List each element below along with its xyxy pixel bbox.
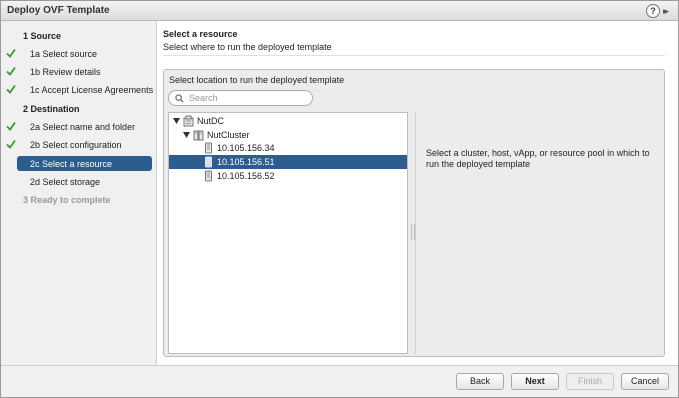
cancel-button[interactable]: Cancel [621, 373, 669, 390]
tree-node[interactable]: NutDC [169, 114, 407, 128]
panel-divider [415, 112, 416, 354]
tree-node-label: 10.105.156.34 [217, 143, 275, 153]
wizard-footer: Back Next Finish Cancel [1, 365, 678, 397]
dialog-title: Deploy OVF Template [7, 5, 110, 16]
nav-step-label: 1 Source [23, 31, 62, 41]
location-panel: Select location to run the deployed temp… [163, 69, 665, 357]
tree-node[interactable]: 10.105.156.51 [169, 155, 407, 169]
nav-step-label: 2c Select a resource [30, 159, 113, 169]
tree-node-label: NutDC [197, 116, 225, 126]
page-subtitle: Select where to run the deployed templat… [163, 42, 332, 52]
checkmark-icon [6, 66, 16, 76]
nav-step-label: 1a Select source [30, 49, 98, 59]
search-icon [175, 94, 184, 103]
title-bar: Deploy OVF Template ? ▸▸ [1, 1, 678, 21]
nav-step-8[interactable]: 2d Select storage [1, 174, 157, 190]
back-button[interactable]: Back [456, 373, 504, 390]
nav-step-label: 2a Select name and folder [30, 122, 136, 132]
nav-step-label: 2b Select configuration [30, 140, 122, 150]
nav-step-label: 2d Select storage [30, 177, 101, 187]
nav-step-label: 3 Ready to complete [23, 195, 111, 205]
host-icon [205, 142, 212, 154]
help-icon[interactable]: ? [646, 4, 660, 18]
nav-step-1[interactable]: 1a Select source [1, 46, 157, 62]
datacenter-icon [183, 115, 194, 127]
resource-tree: NutDC NutCluster 10.105.156.34 10.105.156.5… [168, 112, 408, 354]
host-icon [205, 170, 212, 182]
host-icon [205, 156, 212, 168]
cluster-icon [193, 130, 204, 141]
deploy-ovf-dialog: Deploy OVF Template ? ▸▸ 1 Source 1a Sele… [0, 0, 679, 398]
nav-step-2[interactable]: 1b Review details [1, 64, 157, 80]
tree-node[interactable]: NutCluster [169, 128, 407, 142]
nav-step-5[interactable]: 2a Select name and folder [1, 119, 157, 135]
expand-toggle-icon[interactable] [183, 132, 190, 138]
nav-step-label: 1b Review details [30, 67, 101, 77]
tree-node[interactable]: 10.105.156.34 [169, 141, 407, 155]
checkmark-icon [6, 121, 16, 131]
wizard-steps-nav: 1 Source 1a Select source 1b Review detail… [1, 21, 157, 365]
nav-step-label: 1c Accept License Agreements [30, 85, 154, 95]
nav-step-0[interactable]: 1 Source [1, 28, 157, 44]
tree-node-label: NutCluster [207, 130, 250, 140]
nav-step-9: 3 Ready to complete [1, 192, 157, 208]
checkmark-icon [6, 48, 16, 58]
main-content: Select a resource Select where to run th… [157, 21, 678, 365]
checkmark-icon [6, 139, 16, 149]
expand-toggle-icon[interactable] [173, 118, 180, 124]
resource-help-text: Select a cluster, host, vApp, or resourc… [426, 148, 650, 169]
nav-step-3[interactable]: 1c Accept License Agreements [1, 82, 157, 98]
next-button[interactable]: Next [511, 373, 559, 390]
tree-node[interactable]: 10.105.156.52 [169, 169, 407, 183]
nav-step-7[interactable]: 2c Select a resource [1, 156, 157, 172]
nav-step-4[interactable]: 2 Destination [1, 101, 157, 117]
search-input[interactable] [189, 92, 307, 104]
checkmark-icon [6, 84, 16, 94]
tree-node-label: 10.105.156.51 [217, 157, 275, 167]
search-box[interactable] [168, 90, 313, 106]
tree-node-label: 10.105.156.52 [217, 171, 275, 181]
header-divider [163, 55, 665, 56]
panel-title: Select location to run the deployed temp… [169, 75, 345, 85]
finish-button[interactable]: Finish [566, 373, 614, 390]
nav-step-label: 2 Destination [23, 104, 80, 114]
page-title: Select a resource [163, 29, 238, 39]
expand-icon[interactable]: ▸▸ [663, 4, 675, 18]
nav-step-6[interactable]: 2b Select configuration [1, 137, 157, 153]
